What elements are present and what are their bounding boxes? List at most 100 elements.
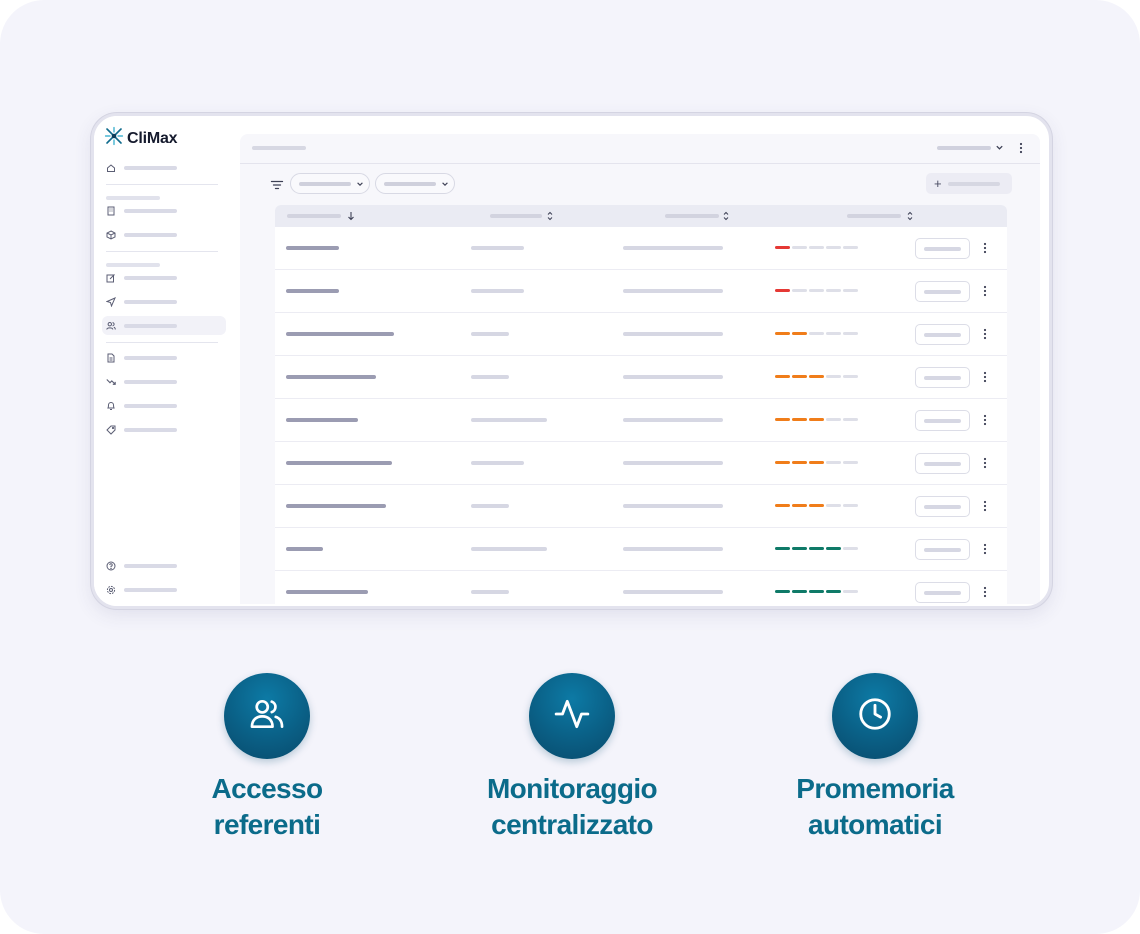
- plus-icon: +: [934, 176, 942, 191]
- cell-name: [286, 461, 392, 465]
- table-row[interactable]: [275, 313, 1007, 356]
- column-header-2[interactable]: [490, 214, 542, 218]
- status-meter-segment: [775, 504, 790, 507]
- more-vertical-icon[interactable]: [980, 240, 990, 256]
- cell-secondary: [471, 246, 524, 250]
- column-header-1[interactable]: [287, 214, 341, 218]
- row-action-button[interactable]: [915, 367, 970, 388]
- feature-accesso-referenti: Accesso referenti: [147, 673, 387, 843]
- add-button[interactable]: +: [926, 173, 1012, 194]
- row-action-button[interactable]: [915, 453, 970, 474]
- status-meter-segment: [809, 289, 824, 292]
- row-action-button[interactable]: [915, 539, 970, 560]
- cell-secondary: [471, 375, 509, 379]
- more-vertical-icon[interactable]: [980, 541, 990, 557]
- more-vertical-icon[interactable]: [980, 455, 990, 471]
- status-meter: [775, 547, 858, 550]
- package-icon: [106, 230, 116, 240]
- sidebar-item-settings[interactable]: [106, 581, 177, 599]
- account-select[interactable]: [937, 140, 1004, 156]
- status-meter: [775, 332, 858, 335]
- sort-icon[interactable]: [721, 209, 731, 223]
- sidebar-item-home[interactable]: [106, 159, 177, 177]
- cell-name: [286, 547, 323, 551]
- sidebar-item-companies[interactable]: [106, 202, 177, 220]
- chevron-down-icon: [995, 139, 1004, 157]
- status-meter-segment: [775, 461, 790, 464]
- row-action-button[interactable]: [915, 496, 970, 517]
- sidebar-item-label: [124, 209, 177, 213]
- cell-tertiary: [623, 375, 723, 379]
- sidebar-item-tags[interactable]: [106, 421, 177, 439]
- status-meter-segment: [792, 246, 807, 249]
- table-row[interactable]: [275, 528, 1007, 571]
- table-row[interactable]: [275, 356, 1007, 399]
- sidebar: CliMax: [94, 116, 230, 606]
- table-row[interactable]: [275, 270, 1007, 313]
- sort-icon[interactable]: [905, 209, 915, 223]
- cell-tertiary: [623, 418, 723, 422]
- status-meter-segment: [809, 375, 824, 378]
- table-row[interactable]: [275, 227, 1007, 270]
- feature-title: Accesso referenti: [211, 773, 324, 840]
- filter-dropdown-2[interactable]: [375, 173, 455, 194]
- sort-icon[interactable]: [545, 209, 555, 223]
- settings-icon: [106, 585, 116, 595]
- status-meter-segment: [809, 418, 824, 421]
- more-vertical-icon[interactable]: [980, 412, 990, 428]
- row-action-button[interactable]: [915, 582, 970, 603]
- sidebar-item-products[interactable]: [106, 226, 177, 244]
- filter-dropdown-1[interactable]: [290, 173, 370, 194]
- status-meter-segment: [826, 547, 841, 550]
- sidebar-item-send[interactable]: [106, 293, 177, 311]
- column-header-3[interactable]: [665, 214, 719, 218]
- status-meter: [775, 375, 858, 378]
- cell-tertiary: [623, 289, 723, 293]
- sidebar-item-label: [124, 588, 177, 592]
- more-vertical-icon[interactable]: [980, 326, 990, 342]
- sidebar-item-documents[interactable]: [106, 349, 177, 367]
- more-vertical-icon[interactable]: [980, 283, 990, 299]
- row-action-button[interactable]: [915, 238, 970, 259]
- status-meter-segment: [792, 590, 807, 593]
- sort-desc-icon[interactable]: [346, 209, 356, 223]
- clock-icon: [856, 695, 894, 738]
- sidebar-item-help[interactable]: [106, 557, 177, 575]
- cell-tertiary: [623, 246, 723, 250]
- brand[interactable]: CliMax: [104, 126, 178, 151]
- row-action-button[interactable]: [915, 324, 970, 345]
- sidebar-item-edit[interactable]: [106, 269, 177, 287]
- more-vertical-icon[interactable]: [980, 369, 990, 385]
- cell-secondary: [471, 590, 509, 594]
- status-meter-segment: [826, 590, 841, 593]
- sidebar-item-label: [124, 404, 177, 408]
- status-meter-segment: [809, 590, 824, 593]
- filter-icon[interactable]: [270, 178, 284, 192]
- status-meter-segment: [775, 590, 790, 593]
- main-content: +: [240, 134, 1040, 605]
- sidebar-item-users[interactable]: [106, 317, 177, 335]
- status-meter-segment: [792, 289, 807, 292]
- table-header: [275, 205, 1007, 227]
- table-row[interactable]: [275, 399, 1007, 442]
- feature-icon-circle: [529, 673, 615, 759]
- table-row[interactable]: [275, 442, 1007, 485]
- chevron-down-icon: [441, 175, 449, 193]
- row-action-button[interactable]: [915, 410, 970, 431]
- more-vertical-icon[interactable]: [980, 584, 990, 600]
- table-row[interactable]: [275, 485, 1007, 528]
- column-header-4[interactable]: [847, 214, 901, 218]
- sidebar-section-label: [106, 196, 160, 200]
- status-meter-segment: [843, 375, 858, 378]
- table-row[interactable]: [275, 571, 1007, 605]
- chevron-down-icon: [356, 175, 364, 193]
- row-action-button[interactable]: [915, 281, 970, 302]
- sidebar-item-notifications[interactable]: [106, 397, 177, 415]
- sidebar-item-trends[interactable]: [106, 373, 177, 391]
- status-meter: [775, 461, 858, 464]
- home-icon: [106, 163, 116, 173]
- bell-icon: [106, 401, 116, 411]
- sidebar-divider: [106, 342, 218, 343]
- more-vertical-icon[interactable]: [980, 498, 990, 514]
- more-vertical-icon[interactable]: [1016, 140, 1026, 156]
